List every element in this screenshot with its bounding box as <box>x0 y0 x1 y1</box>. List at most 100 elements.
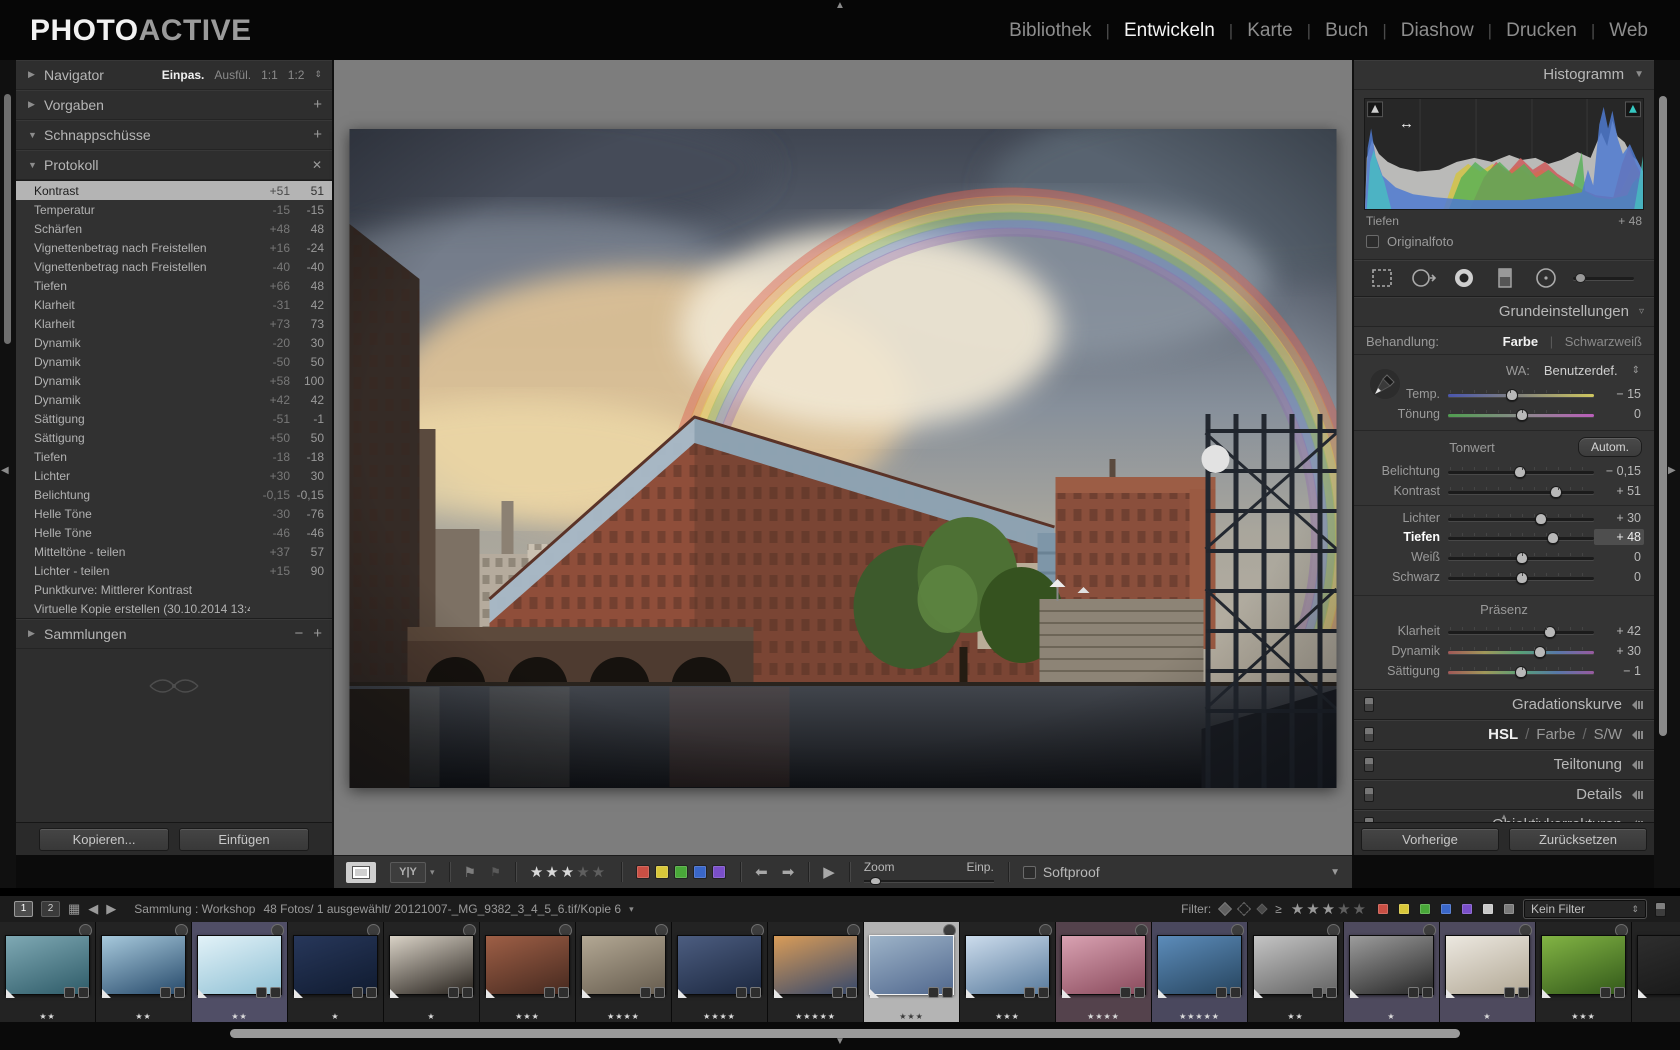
right-scrollbar[interactable] <box>1659 96 1667 736</box>
thumbnail-rating[interactable]: ★★ <box>192 1012 287 1021</box>
filter-color-chip[interactable] <box>1419 903 1431 915</box>
thumbnail-photo[interactable] <box>773 935 858 995</box>
filter-stars-empty[interactable]: ★★ <box>1337 901 1368 918</box>
farbe-tab[interactable]: Farbe <box>1536 726 1575 743</box>
thumbnail-rating[interactable]: ★ <box>1440 1012 1535 1021</box>
slider-knob[interactable] <box>1544 626 1556 638</box>
module-tab[interactable]: Entwickeln <box>1110 20 1229 42</box>
history-item[interactable]: Lichter +30 30 <box>16 466 332 485</box>
expanded-triangle-icon[interactable]: ▼ <box>28 160 44 170</box>
adjust-badge-icon[interactable] <box>1230 987 1241 998</box>
thumbnail-photo[interactable] <box>1061 935 1146 995</box>
filter-color-chip[interactable] <box>1377 903 1389 915</box>
thumbnail-rating[interactable]: ★ <box>384 1012 479 1021</box>
wb-spinner-icon[interactable]: ⇕ <box>1632 365 1640 376</box>
add-preset-icon[interactable]: + <box>313 96 322 113</box>
crop-badge-icon[interactable] <box>1600 987 1611 998</box>
filmstrip-thumbnail[interactable] <box>1632 922 1680 1022</box>
collapse-top-arrow-icon[interactable]: ▲ <box>0 0 1680 12</box>
filmstrip-thumbnail[interactable]: ★★★★ <box>576 922 672 1022</box>
thumbnail-rating[interactable]: ★★★ <box>480 1012 575 1021</box>
white-balance-eyedropper-icon[interactable] <box>1368 367 1402 401</box>
filter-color-chip[interactable] <box>1398 903 1410 915</box>
thumbnail-photo[interactable] <box>1637 935 1680 995</box>
filmstrip-thumbnail[interactable]: ★★ <box>1248 922 1344 1022</box>
spot-removal-tool-icon[interactable] <box>1409 266 1437 290</box>
slider-knob[interactable] <box>1514 466 1526 478</box>
loupe-view-button[interactable] <box>346 862 376 883</box>
slider-track[interactable] <box>1448 644 1594 658</box>
go-back-arrow-icon[interactable]: ◀ <box>88 901 98 917</box>
navigator-spinner-icon[interactable]: ⇕ <box>314 69 322 80</box>
stars-empty[interactable]: ★★ <box>576 864 607 881</box>
hsl-section-header[interactable]: HSL/Farbe/S/W <box>1354 719 1654 749</box>
adjust-badge-icon[interactable] <box>174 987 185 998</box>
fit-label[interactable]: Einp. <box>966 860 993 874</box>
clear-history-icon[interactable]: ✕ <box>312 158 322 172</box>
adjust-badge-icon[interactable] <box>1422 987 1433 998</box>
collapse-right-arrow-icon[interactable]: ▶ <box>1668 465 1676 476</box>
history-item[interactable]: Tiefen +66 48 <box>16 276 332 295</box>
filmstrip-thumbnail[interactable]: ★★★ <box>864 922 960 1022</box>
photo-canvas[interactable] <box>350 129 1337 788</box>
slider-track[interactable] <box>1448 624 1594 638</box>
filmstrip-thumbnail[interactable]: ★★★ <box>960 922 1056 1022</box>
history-item[interactable]: Punktkurve: Mittlerer Kontrast <box>16 580 332 599</box>
adjust-badge-icon[interactable] <box>1134 987 1145 998</box>
history-item[interactable]: Virtuelle Kopie erstellen (30.10.2014 13… <box>16 599 332 618</box>
second-window-button[interactable]: 2 <box>41 901 60 917</box>
reset-button[interactable]: Zurücksetzen <box>1509 828 1647 851</box>
navigator-zoom-option[interactable]: 1:2 <box>288 68 305 82</box>
slider-track[interactable] <box>1448 387 1594 401</box>
crop-badge-icon[interactable] <box>1216 987 1227 998</box>
go-forward-arrow-icon[interactable]: ▶ <box>106 901 116 917</box>
grid-view-icon[interactable]: ▦ <box>68 901 80 917</box>
adjust-badge-icon[interactable] <box>366 987 377 998</box>
treatment-bw-option[interactable]: Schwarzweiß <box>1565 334 1642 349</box>
thumbnail-photo[interactable] <box>677 935 762 995</box>
filter-color-chip[interactable] <box>1503 903 1515 915</box>
panel-section-header[interactable]: Gradationskurve <box>1354 689 1654 719</box>
thumbnail-rating[interactable]: ★★★ <box>864 1012 959 1021</box>
histogram[interactable]: ↔ <box>1364 98 1644 210</box>
history-item[interactable]: Helle Töne -46 -46 <box>16 523 332 542</box>
thumbnail-photo[interactable] <box>1157 935 1242 995</box>
zoom-slider-track[interactable] <box>864 877 994 885</box>
slider-knob[interactable] <box>1550 486 1562 498</box>
filmstrip-thumbnail[interactable]: ★★ <box>192 922 288 1022</box>
adjust-badge-icon[interactable] <box>1518 987 1529 998</box>
histogram-header[interactable]: Histogramm ▼ <box>1354 60 1654 90</box>
filmstrip-thumbnail[interactable]: ★★★★★ <box>1152 922 1248 1022</box>
slider-knob[interactable] <box>1534 646 1546 658</box>
thumbnail-rating[interactable]: ★★★ <box>1536 1012 1631 1021</box>
history-item[interactable]: Sättigung +50 50 <box>16 428 332 447</box>
history-item[interactable]: Dynamik +58 100 <box>16 371 332 390</box>
remove-collection-icon[interactable]: − <box>294 625 303 642</box>
thumbnail-rating[interactable]: ★★ <box>1248 1012 1343 1021</box>
color-label-chip[interactable] <box>674 865 688 879</box>
wb-preset-value[interactable]: Benutzerdef. <box>1544 363 1618 378</box>
pick-flag-icon[interactable]: ⚑ <box>464 864 477 881</box>
color-label-chip[interactable] <box>693 865 707 879</box>
history-item[interactable]: Dynamik +42 42 <box>16 390 332 409</box>
filmstrip-thumbnail[interactable]: ★ <box>384 922 480 1022</box>
module-tab[interactable]: Drucken <box>1492 20 1591 42</box>
history-item[interactable]: Schärfen +48 48 <box>16 219 332 238</box>
slider-track[interactable] <box>1448 464 1594 478</box>
collapse-left-arrow-icon[interactable]: ◀ <box>1 465 9 476</box>
sw-tab[interactable]: S/W <box>1594 726 1622 743</box>
module-tab[interactable]: Diashow <box>1387 20 1488 42</box>
crop-badge-icon[interactable] <box>1408 987 1419 998</box>
section-toggle[interactable] <box>1364 757 1374 772</box>
crop-badge-icon[interactable] <box>736 987 747 998</box>
filter-toggle-switch[interactable] <box>1655 902 1666 917</box>
stars-filled[interactable]: ★★★ <box>530 864 576 881</box>
adjust-badge-icon[interactable] <box>1614 987 1625 998</box>
thumbnail-rating[interactable]: ★★★★ <box>672 1012 767 1021</box>
crop-badge-icon[interactable] <box>256 987 267 998</box>
history-item[interactable]: Belichtung -0,15 -0,15 <box>16 485 332 504</box>
adjust-badge-icon[interactable] <box>750 987 761 998</box>
slider-knob[interactable] <box>1516 572 1528 584</box>
thumbnail-photo[interactable] <box>869 935 954 995</box>
thumbnail-rating[interactable]: ★★★★★ <box>1152 1012 1247 1021</box>
